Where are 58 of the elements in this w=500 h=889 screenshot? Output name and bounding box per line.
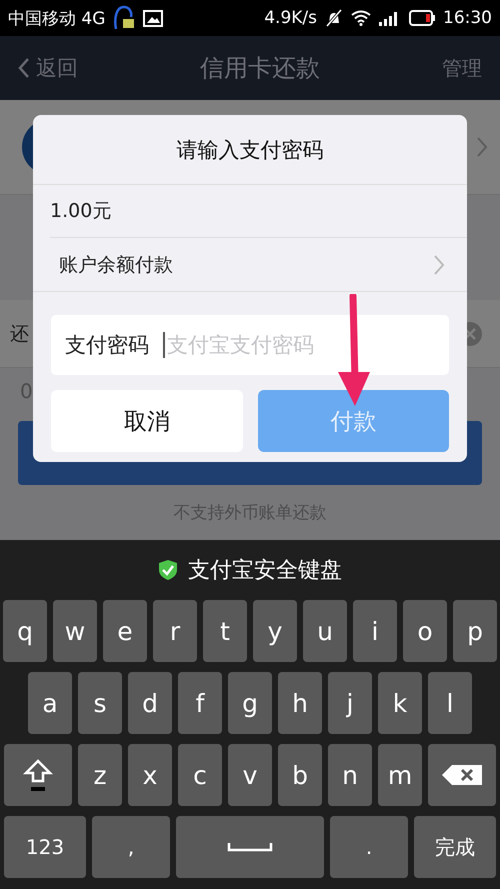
- carrier-label: 中国移动 4G: [8, 8, 106, 30]
- battery-icon: [409, 10, 435, 26]
- keyboard-key[interactable]: v: [228, 744, 272, 806]
- payment-amount: 1.00元: [50, 199, 112, 224]
- image-icon: [143, 10, 164, 26]
- keyboard-key[interactable]: b: [278, 744, 322, 806]
- keyboard-key[interactable]: h: [278, 672, 322, 734]
- keyboard-key[interactable]: f: [178, 672, 222, 734]
- keyboard-key[interactable]: .: [330, 816, 408, 878]
- keyboard-key[interactable]: q: [3, 600, 47, 662]
- keyboard-key[interactable]: g: [228, 672, 272, 734]
- keyboard-key[interactable]: l: [428, 672, 472, 734]
- keyboard-key[interactable]: z: [78, 744, 122, 806]
- wifi-icon: [351, 10, 371, 26]
- keyboard-key[interactable]: p: [453, 600, 497, 662]
- keyboard-key[interactable]: a: [28, 672, 72, 734]
- payment-method-row[interactable]: 账户余额付款: [33, 238, 467, 292]
- backspace-key[interactable]: [428, 744, 496, 806]
- keyboard-key[interactable]: t: [203, 600, 247, 662]
- password-label: 支付密码: [65, 332, 149, 359]
- dialog-title: 请输入支付密码: [33, 115, 467, 185]
- network-speed: 4.9K/s: [264, 8, 317, 28]
- keyboard-key[interactable]: ,: [92, 816, 170, 878]
- payment-method: 账户余额付款: [59, 252, 173, 278]
- keyboard-key[interactable]: r: [153, 600, 197, 662]
- keyboard-key[interactable]: o: [403, 600, 447, 662]
- keyboard-key[interactable]: x: [128, 744, 172, 806]
- page-title: 信用卡还款: [199, 53, 321, 84]
- cancel-button[interactable]: 取消: [51, 390, 242, 452]
- keyboard-key[interactable]: m: [378, 744, 422, 806]
- keyboard-key[interactable]: c: [178, 744, 222, 806]
- shield-check-icon: [158, 559, 178, 581]
- back-chevron-icon: [18, 57, 30, 79]
- keyboard-key[interactable]: n: [328, 744, 372, 806]
- space-icon: [227, 842, 273, 852]
- keyboard-key[interactable]: d: [128, 672, 172, 734]
- keyboard-key[interactable]: y: [253, 600, 297, 662]
- password-field[interactable]: 支付密码 支付宝支付密码: [51, 315, 449, 375]
- keyboard-key[interactable]: k: [378, 672, 422, 734]
- muted-bell-icon: [325, 9, 343, 27]
- keyboard-key[interactable]: 完成: [414, 816, 496, 878]
- keyboard-key[interactable]: 123: [4, 816, 86, 878]
- amount-label: 还: [10, 322, 29, 346]
- chevron-right-icon: [476, 136, 488, 158]
- keyboard-key[interactable]: i: [353, 600, 397, 662]
- keyboard-key[interactable]: u: [303, 600, 347, 662]
- password-input[interactable]: 支付宝支付密码: [163, 332, 437, 358]
- keyboard-key[interactable]: e: [103, 600, 147, 662]
- chat-person-icon: [113, 5, 136, 31]
- keyboard-key[interactable]: w: [53, 600, 97, 662]
- keyboard-key[interactable]: j: [328, 672, 372, 734]
- backspace-icon: [442, 765, 482, 785]
- shift-key[interactable]: [4, 744, 72, 806]
- keyboard-title: 支付宝安全键盘: [188, 557, 342, 585]
- clock-time: 16:30: [443, 8, 492, 28]
- chevron-right-icon: [433, 254, 445, 276]
- shift-icon: [23, 758, 53, 792]
- keyboard-key[interactable]: s: [78, 672, 122, 734]
